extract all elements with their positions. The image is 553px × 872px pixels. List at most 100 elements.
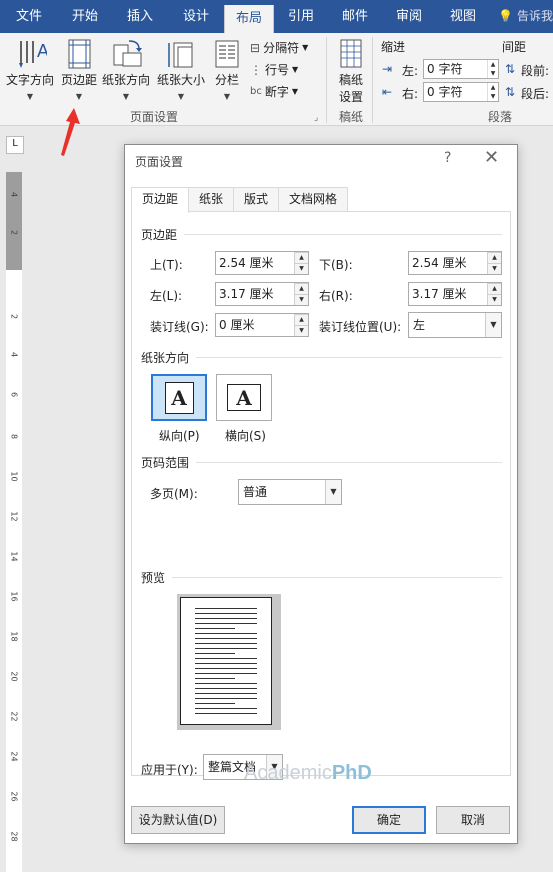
preview-page	[180, 597, 272, 725]
preview-text-line	[195, 643, 257, 644]
spin-up-icon[interactable]: ▲	[487, 252, 501, 263]
spin-up-icon[interactable]: ▲	[294, 283, 308, 294]
chevron-down-icon: ▼	[177, 92, 185, 101]
size-button[interactable]: 纸张大小 ▼	[155, 37, 207, 101]
tab-layout[interactable]: 布局	[224, 5, 274, 33]
ok-button[interactable]: 确定	[352, 806, 426, 834]
svg-text:A: A	[37, 41, 47, 61]
chevron-down-icon: ▼	[122, 92, 130, 101]
preview-section-title: 预览	[141, 571, 166, 585]
group-draft-label: 稿纸	[339, 110, 364, 124]
multiple-pages-value: 普通	[243, 485, 268, 499]
ruler-number: 24	[9, 751, 19, 762]
top-margin-input[interactable]: 2.54 厘米 ▲ ▼	[215, 251, 309, 275]
vertical-ruler: 4 2 2 4 6 8 10 12 14 16 18 20 22 24 26 28	[6, 172, 22, 872]
preview-text-line	[195, 648, 257, 649]
left-margin-input[interactable]: 3.17 厘米 ▲ ▼	[215, 282, 309, 306]
chevron-down-icon[interactable]: ▼	[485, 313, 501, 337]
chevron-down-icon[interactable]: ▼	[325, 480, 341, 504]
left-margin-value: 3.17 厘米	[219, 287, 274, 301]
bottom-margin-input[interactable]: 2.54 厘米 ▲ ▼	[408, 251, 502, 275]
gutter-input[interactable]: 0 厘米 ▲ ▼	[215, 313, 309, 337]
spin-arrows-icon[interactable]: ▲ ▼	[487, 60, 498, 78]
indent-label: 缩进	[381, 40, 406, 54]
chevron-down-icon: ▼	[223, 92, 231, 101]
draft-settings-label-1: 稿纸	[338, 73, 363, 87]
preview-text-line	[195, 668, 257, 669]
tab-design[interactable]: 设计	[168, 0, 224, 33]
columns-button[interactable]: 分栏 ▼	[210, 37, 244, 101]
spin-down-icon[interactable]: ▼	[294, 325, 308, 336]
tab-layout-settings[interactable]: 版式	[233, 187, 280, 212]
spin-down-icon[interactable]: ▼	[487, 294, 501, 305]
tab-references[interactable]: 引用	[274, 0, 328, 33]
portrait-option[interactable]: A	[151, 374, 207, 421]
preview-text-line	[195, 703, 235, 704]
indent-right-input[interactable]: 0 字符 ▲ ▼	[423, 82, 499, 102]
tell-me-box[interactable]: 💡 告诉我	[492, 0, 553, 33]
multiple-pages-select[interactable]: 普通 ▼	[238, 479, 342, 505]
margins-button[interactable]: 页边距 ▼	[58, 37, 100, 101]
spin-up-icon[interactable]: ▲	[294, 252, 308, 263]
orientation-button[interactable]: 纸张方向 ▼	[100, 37, 152, 101]
set-default-button[interactable]: 设为默认值(D)	[131, 806, 225, 834]
preview-text-line	[195, 673, 257, 674]
close-icon[interactable]: ✕	[484, 147, 499, 168]
chevron-down-icon: ▼	[75, 92, 83, 101]
indent-right-value: 0 字符	[427, 85, 463, 99]
dialog-launcher-icon[interactable]: ⌟	[314, 113, 318, 123]
tab-insert[interactable]: 插入	[112, 0, 168, 33]
right-margin-input[interactable]: 3.17 厘米 ▲ ▼	[408, 282, 502, 306]
spin-down-icon[interactable]: ▼	[294, 263, 308, 274]
preview-text-line	[195, 623, 257, 624]
left-margin-label: 左(L):	[150, 289, 183, 303]
pages-section-title: 页码范围	[141, 456, 190, 470]
ruler-number: 22	[9, 711, 19, 722]
spacing-label: 间距	[502, 40, 527, 54]
spacing-after-label: 段后:	[521, 87, 550, 101]
hyphenation-icon: bc	[250, 86, 262, 97]
hyphenation-button[interactable]: bc 断字 ▼	[250, 83, 298, 100]
landscape-label: 横向(S)	[225, 429, 266, 443]
tab-document-grid[interactable]: 文档网格	[278, 187, 349, 212]
spin-down-icon[interactable]: ▼	[294, 294, 308, 305]
indent-left-input[interactable]: 0 字符 ▲ ▼	[423, 59, 499, 79]
text-direction-icon: A	[19, 41, 47, 68]
preview-text-line	[195, 633, 257, 634]
columns-icon	[215, 40, 239, 68]
indent-right-icon: ⇤	[382, 85, 393, 99]
red-arrow-icon	[61, 108, 80, 156]
tab-selector[interactable]: L	[6, 136, 24, 154]
preview-text-line	[195, 618, 257, 619]
tab-home[interactable]: 开始	[58, 0, 112, 33]
spin-down-icon[interactable]: ▼	[487, 263, 501, 274]
tab-paper[interactable]: 纸张	[188, 187, 235, 212]
text-direction-button[interactable]: A 文字方向 ▼	[4, 37, 56, 101]
line-numbers-button[interactable]: ⋮ 行号 ▼	[250, 61, 298, 78]
tab-margins[interactable]: 页边距	[131, 187, 190, 213]
divider	[196, 357, 502, 358]
spin-up-icon[interactable]: ▲	[294, 314, 308, 325]
ruler-number: 2	[9, 313, 19, 320]
chevron-down-icon: ▼	[26, 92, 34, 101]
gutter-position-select[interactable]: 左 ▼	[408, 312, 502, 338]
preview-text-line	[195, 693, 257, 694]
draft-settings-button[interactable]: 稿纸 设置	[334, 37, 368, 105]
indent-left-icon: ⇥	[382, 62, 393, 76]
tab-mailings[interactable]: 邮件	[328, 0, 382, 33]
spin-arrows-icon[interactable]: ▲ ▼	[487, 83, 498, 101]
group-paragraph-label: 段落	[488, 110, 513, 124]
line-numbers-icon: ⋮	[250, 62, 262, 77]
landscape-option[interactable]: A	[216, 374, 272, 421]
spin-up-icon[interactable]: ▲	[487, 283, 501, 294]
orientation-icon	[113, 40, 142, 67]
tab-file[interactable]: 文件	[0, 0, 58, 33]
ruler-number: 28	[9, 831, 19, 842]
breaks-button[interactable]: ⊟ 分隔符 ▼	[250, 39, 308, 56]
right-margin-label: 右(R):	[319, 289, 353, 303]
tab-view[interactable]: 视图	[436, 0, 490, 33]
orientation-label: 纸张方向	[101, 73, 150, 87]
help-icon[interactable]: ?	[444, 150, 451, 166]
cancel-button[interactable]: 取消	[436, 806, 510, 834]
tab-review[interactable]: 审阅	[382, 0, 436, 33]
